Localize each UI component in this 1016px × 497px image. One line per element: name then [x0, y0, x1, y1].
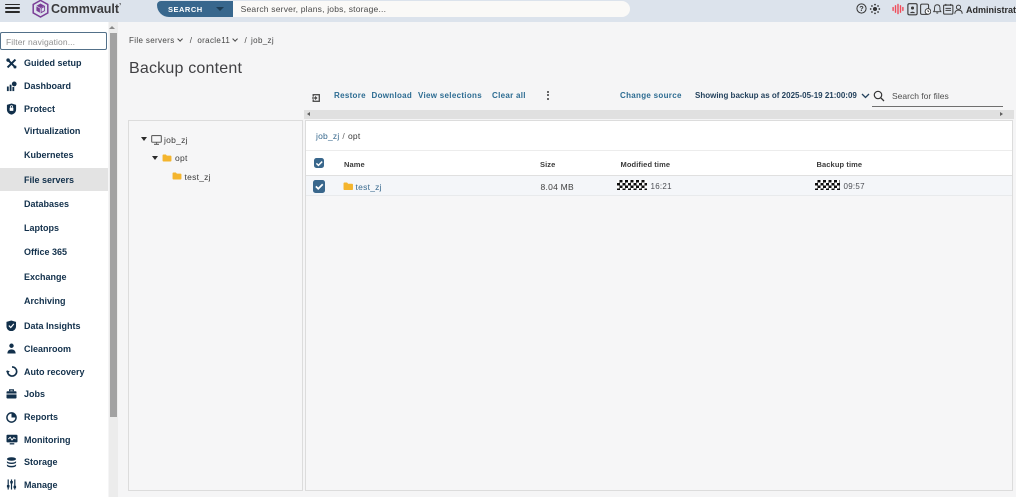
svg-text:?: ? — [859, 4, 864, 13]
